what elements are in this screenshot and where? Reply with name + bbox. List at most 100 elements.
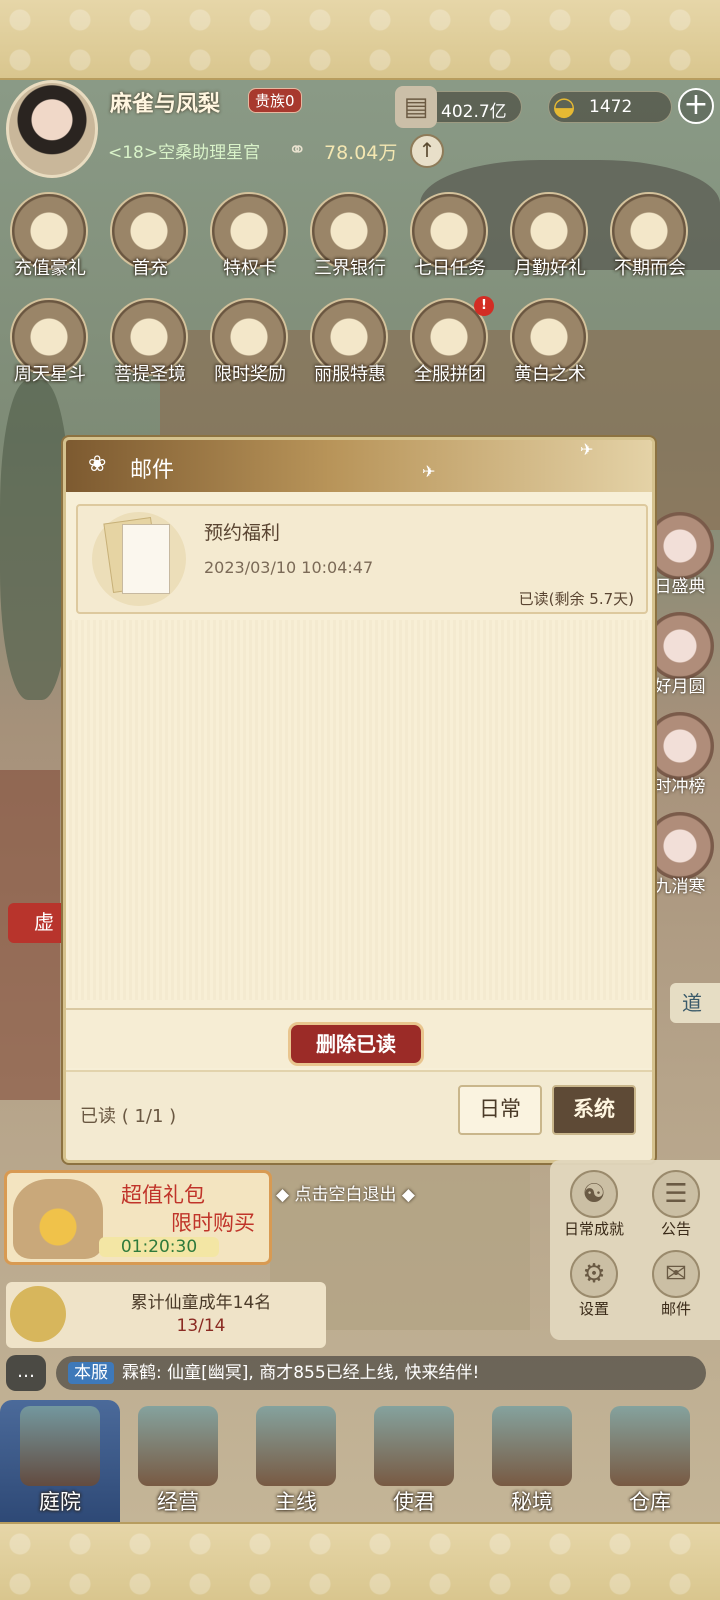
progress-value: 13/14 (176, 1316, 226, 1336)
nav-label: 秘境 (511, 1490, 553, 1514)
nav-warehouse[interactable]: 仓库 (590, 1400, 710, 1522)
gear-icon: ⚙ (570, 1250, 618, 1298)
feature-monthly-gift[interactable]: 月勤好礼 (500, 192, 600, 292)
bottom-decorative-frame (0, 1522, 720, 1600)
mail-dialog-footer: 已读 ( 1/1 ) 日常 系统 (66, 1070, 652, 1160)
feature-first-recharge[interactable]: 首充 (100, 192, 200, 292)
menu-label: 公告 (660, 1220, 691, 1238)
silver-resource[interactable]: ▤ 402.7亿 (395, 86, 522, 128)
feature-group-buy[interactable]: ! 全服拼团 (400, 296, 500, 398)
delete-bar: 删除已读 (66, 1008, 652, 1068)
bottom-nav: 庭院 经营 主线 使君 秘境 仓库 (0, 1400, 720, 1522)
gift-timer: 01:20:30 (99, 1237, 219, 1257)
gold-resource[interactable]: ◒ 1472 (548, 91, 672, 123)
feature-unexpected-meet[interactable]: 不期而会 (600, 192, 700, 292)
exit-hint-text: 点击空白退出 (294, 1185, 397, 1205)
swallow-icon: ✈ (580, 440, 594, 459)
menu-label: 设置 (578, 1300, 609, 1318)
mail-list-empty-area (66, 620, 652, 1000)
feature-bank[interactable]: 三界银行 (300, 192, 400, 292)
feature-star-map[interactable]: 周天星斗 (0, 298, 100, 398)
mail-item[interactable]: 预约福利 2023/03/10 10:04:47 已读(剩余 5.7天) (76, 504, 648, 614)
nav-label: 经营 (157, 1490, 199, 1514)
exit-hint[interactable]: ◆ 点击空白退出 ◆ (276, 1180, 415, 1205)
notice-icon: ☰ (652, 1170, 700, 1218)
plus-icon[interactable]: + (678, 88, 714, 124)
right-side-tag[interactable]: 道 (670, 983, 720, 1023)
feature-label: 月勤好礼 (514, 258, 586, 279)
mountain-icon (492, 1406, 572, 1486)
gift-line1: 超值礼包 (121, 1183, 205, 1207)
player-avatar[interactable] (6, 80, 98, 178)
feature-label: 菩提圣境 (114, 364, 186, 385)
mail-title: 预约福利 (204, 522, 281, 544)
pavilion-icon (20, 1406, 100, 1486)
right-menu-panel: ☯ 日常成就 ☰ 公告 ⚙ 设置 ✉ 邮件 (550, 1160, 720, 1340)
feature-recharge-gift[interactable]: 充值豪礼 (0, 192, 100, 292)
flower-icon (646, 612, 714, 680)
tab-daily[interactable]: 日常 (458, 1085, 542, 1135)
rank-badge[interactable]: 贵族0 (248, 88, 302, 113)
feature-label: 特权卡 (223, 258, 277, 279)
gift-bag-icon (13, 1179, 103, 1259)
achievement-icon: ☯ (570, 1170, 618, 1218)
nav-label: 使君 (393, 1490, 435, 1514)
silver-scroll-icon: ▤ (395, 86, 437, 128)
mail-dialog-title: 邮件 (130, 458, 175, 483)
feature-label: 全服拼团 (414, 364, 486, 385)
gold-value: 1472 (589, 97, 633, 117)
chat-message[interactable]: 本服 霖鹤: 仙童[幽冥], 商才855已经上线, 快来结伴! (56, 1356, 706, 1390)
stall-icon (256, 1406, 336, 1486)
nav-label: 庭院 (39, 1490, 81, 1514)
coins-icon: ⚭ (288, 138, 307, 163)
feature-alchemy[interactable]: 黄白之术 (500, 298, 600, 398)
feature-seven-day-task[interactable]: 七日任务 (400, 192, 500, 292)
menu-mail[interactable]: ✉ 邮件 (636, 1250, 716, 1319)
delete-read-button[interactable]: 删除已读 (288, 1022, 424, 1066)
chat-text: 霖鹤: 仙童[幽冥], 商才855已经上线, 快来结伴! (122, 1363, 480, 1383)
feature-label: 限时奖励 (214, 364, 286, 385)
menu-notice[interactable]: ☰ 公告 (636, 1170, 716, 1239)
feature-label: 三界银行 (314, 258, 386, 279)
letter-icon (122, 524, 170, 594)
shop-icon (138, 1406, 218, 1486)
feature-label: 七日任务 (414, 258, 486, 279)
nav-main-quest[interactable]: 主线 (236, 1400, 356, 1522)
mail-dialog-header: ❀ 邮件 ✈ ✈ (66, 440, 652, 492)
scroll-icon (10, 1286, 66, 1342)
mail-icon: ✉ (652, 1250, 700, 1298)
gift-pack-banner[interactable]: 超值礼包 限时购买 01:20:30 (4, 1170, 272, 1265)
silver-value: 402.7亿 (441, 102, 507, 122)
menu-label: 日常成就 (563, 1220, 624, 1238)
crown-icon (374, 1406, 454, 1486)
tab-system[interactable]: 系统 (552, 1085, 636, 1135)
nav-secret-realm[interactable]: 秘境 (472, 1400, 592, 1522)
feature-label: 黄白之术 (514, 364, 586, 385)
feature-bodhi-realm[interactable]: 菩提圣境 (100, 298, 200, 398)
menu-settings[interactable]: ⚙ 设置 (554, 1250, 634, 1319)
nav-courtyard[interactable]: 庭院 (0, 1400, 120, 1522)
swallow-icon: ✈ (422, 462, 436, 481)
mail-dialog: ❀ 邮件 ✈ ✈ 预约福利 2023/03/10 10:04:47 已读(剩余 … (63, 437, 655, 1163)
read-count: 已读 ( 1/1 ) (80, 1106, 177, 1127)
chat-bubble-icon[interactable]: … (6, 1355, 46, 1391)
warehouse-icon (610, 1406, 690, 1486)
left-side-tag[interactable]: 虚 (8, 903, 68, 943)
feature-timed-reward[interactable]: 限时奖励 (200, 298, 300, 398)
feature-label: 丽服特惠 (314, 364, 386, 385)
ranking-icon (646, 712, 714, 780)
menu-daily-achievement[interactable]: ☯ 日常成就 (554, 1170, 634, 1239)
feature-label: 充值豪礼 (14, 258, 86, 279)
player-name: 麻雀与凤梨 (110, 92, 221, 117)
progress-card[interactable]: 累计仙童成年14名 13/14 (6, 1282, 326, 1348)
feature-label: 周天星斗 (14, 364, 86, 385)
chat-bar: … 本服 霖鹤: 仙童[幽冥], 商才855已经上线, 快来结伴! (6, 1353, 714, 1395)
feature-outfit-sale[interactable]: 丽服特惠 (300, 298, 400, 398)
coins-value: 78.04万 (324, 142, 398, 164)
nav-envoy[interactable]: 使君 (354, 1400, 474, 1522)
arrow-up-icon[interactable]: ↑ (410, 134, 444, 168)
top-decorative-frame (0, 0, 720, 80)
mail-status: 已读(剩余 5.7天) (518, 590, 634, 608)
feature-privilege-card[interactable]: 特权卡 (200, 192, 300, 292)
nav-business[interactable]: 经营 (118, 1400, 238, 1522)
